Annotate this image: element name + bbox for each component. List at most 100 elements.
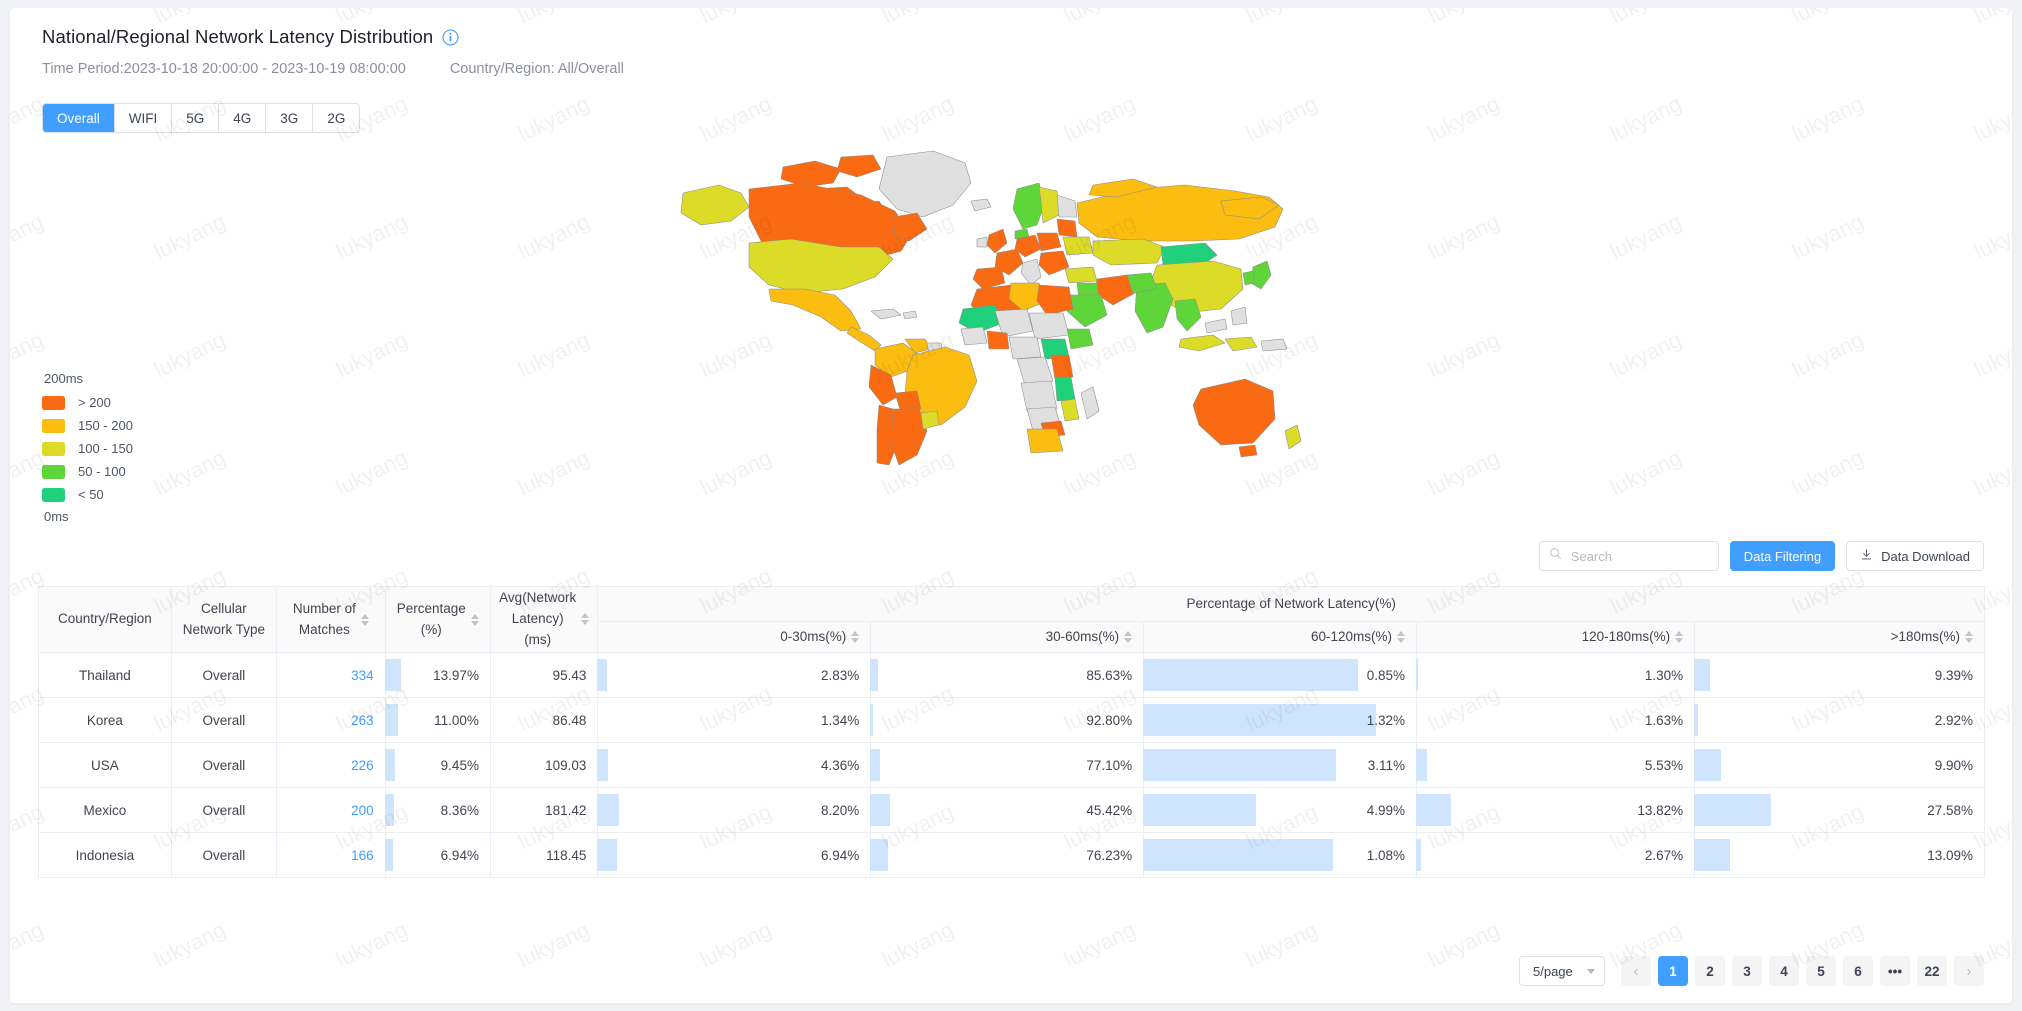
pagination-page-22[interactable]: 22 [1917, 956, 1947, 986]
tab-overall[interactable]: Overall [43, 104, 115, 132]
pagination-page-2[interactable]: 2 [1695, 956, 1725, 986]
table-row[interactable]: Korea Overall 263 11.00% 86.48 1.34% 92.80% 1.3… [38, 697, 1985, 743]
watermark-text: lukyang [1606, 8, 1686, 29]
cell-0-30ms-text: 2.83% [821, 667, 860, 683]
cell-country-region: Indonesia [38, 832, 172, 878]
search-box[interactable] [1538, 541, 1719, 571]
dashboard-panel: National/Regional Network Latency Distri… [10, 8, 2012, 1003]
sort-icon[interactable] [1124, 631, 1133, 644]
cell-0-30ms: 4.36% [597, 742, 881, 788]
cell-120-180ms-text: 1.63% [1644, 712, 1684, 728]
watermark-text: lukyang [696, 916, 776, 973]
legend-items: > 200 150 - 200 100 - 150 50 - 100 < 50 [42, 391, 133, 506]
watermark-text: lukyang [514, 916, 594, 973]
world-map-svg[interactable] [665, 143, 1305, 473]
pagination-page-6[interactable]: 6 [1843, 956, 1873, 986]
latency-table: Country/Region Cellular Network Type Numb… [38, 585, 1985, 878]
pagination-ellipsis[interactable]: ••• [1880, 956, 1910, 986]
matches-link[interactable]: 200 [351, 803, 374, 818]
pagination-page-3[interactable]: 3 [1732, 956, 1762, 986]
table-row[interactable]: USA Overall 226 9.45% 109.03 4.36% 77.10% 3.11%… [38, 742, 1985, 788]
cell-0-30ms-text: 6.94% [821, 847, 860, 863]
col-label: Number of Matches [292, 600, 356, 637]
sort-icon[interactable] [851, 631, 860, 644]
cell-number-of-matches: 263 [276, 697, 398, 743]
table-row[interactable]: Indonesia Overall 166 6.94% 118.45 6.94% 76.23… [38, 832, 1985, 878]
cell-gt180ms: 13.09% [1694, 832, 1985, 878]
cell-30-60ms: 92.80% [870, 697, 1376, 743]
tab-wifi[interactable]: WIFI [114, 104, 173, 132]
sort-icon[interactable] [581, 613, 590, 626]
tab-4g[interactable]: 4G [219, 104, 267, 132]
tab-5g[interactable]: 5G [172, 104, 220, 132]
table-row[interactable]: Thailand Overall 334 13.97% 95.43 2.83% 85.63%… [38, 652, 1985, 698]
world-map[interactable] [10, 143, 2012, 533]
cell-120-180ms: 5.53% [1416, 742, 1721, 788]
cell-percentage-text: 8.36% [440, 802, 479, 818]
col-percentage[interactable]: Percentage (%) [384, 586, 491, 653]
watermark-text: lukyang [1788, 8, 1868, 29]
sort-icon[interactable] [360, 613, 369, 626]
cell-120-180ms: 13.82% [1416, 787, 1771, 833]
cell-30-60ms-text: 85.63% [1086, 667, 1133, 683]
search-input[interactable] [1568, 547, 1709, 565]
matches-link[interactable]: 226 [351, 758, 374, 773]
watermark-text: lukyang [1970, 8, 2012, 29]
col-label: Avg(Network Latency) (ms) [499, 590, 577, 647]
col-gt180ms[interactable]: >180ms(%) [1694, 621, 1985, 653]
cell-60-120ms-text: 1.32% [1366, 712, 1406, 728]
cell-network-type-text: Overall [202, 757, 246, 773]
col-avg-network-latency[interactable]: Avg(Network Latency) (ms) [489, 586, 599, 653]
cell-gt180ms: 9.39% [1694, 652, 1985, 698]
watermark-text: lukyang [1242, 90, 1322, 147]
matches-link[interactable]: 334 [351, 668, 374, 683]
tab-2g[interactable]: 2G [313, 104, 360, 132]
col-number-of-matches[interactable]: Number of Matches [276, 586, 386, 653]
sort-icon[interactable] [1397, 631, 1406, 644]
watermark-text: lukyang [1060, 8, 1140, 29]
table-header-group-row: Country/Region Cellular Network Type Numb… [38, 585, 1985, 653]
sort-icon[interactable] [1965, 631, 1973, 644]
col-30-60ms[interactable]: 30-60ms(%) [870, 621, 1145, 653]
pagination-page-4[interactable]: 4 [1769, 956, 1799, 986]
data-download-button[interactable]: Data Download [1846, 541, 1984, 571]
cell-120-180ms-text: 13.82% [1637, 802, 1684, 818]
cell-0-30ms: 1.34% [597, 697, 873, 743]
legend-swatch-100-150 [42, 441, 65, 456]
page-size-select[interactable]: 5/page [1519, 956, 1605, 986]
pagination-next-button[interactable]: › [1954, 956, 1984, 986]
watermark-text: lukyang [1424, 90, 1504, 147]
cell-number-of-matches: 226 [276, 742, 396, 788]
pagination-page-5[interactable]: 5 [1806, 956, 1836, 986]
network-type-tabs[interactable]: Overall WIFI 5G 4G 3G 2G [42, 103, 361, 133]
cell-country-region: USA [38, 742, 172, 788]
cell-network-type: Overall [170, 832, 278, 878]
matches-link[interactable]: 263 [351, 713, 374, 728]
panel-header: National/Regional Network Latency Distri… [42, 26, 624, 77]
table-row[interactable]: Mexico Overall 200 8.36% 181.42 8.20% 45.42% 4.… [38, 787, 1985, 833]
page-size-label: 5/page [1533, 963, 1573, 979]
legend-swatch-150-200 [42, 418, 65, 433]
sort-icon[interactable] [470, 613, 479, 626]
cell-120-180ms: 2.67% [1416, 832, 1731, 878]
title-row: National/Regional Network Latency Distri… [42, 26, 624, 48]
legend-item: > 200 [42, 391, 133, 414]
sort-icon[interactable] [1675, 631, 1684, 644]
cell-percentage: 6.94% [384, 832, 491, 878]
pagination-page-1[interactable]: 1 [1658, 956, 1688, 986]
legend-swatch-50-100 [42, 464, 65, 479]
cell-30-60ms: 76.23% [870, 832, 1334, 878]
col-label: 0-30ms(%) [780, 628, 847, 644]
cell-number-of-matches-text: 226 [277, 743, 385, 787]
cell-avg-network-latency-text: 118.45 [546, 847, 587, 863]
tab-3g[interactable]: 3G [266, 104, 314, 132]
col-120-180ms[interactable]: 120-180ms(%) [1416, 621, 1696, 653]
pagination-prev-button[interactable]: ‹ [1621, 956, 1651, 986]
col-60-120ms[interactable]: 60-120ms(%) [1143, 621, 1418, 653]
data-filtering-button[interactable]: Data Filtering [1729, 541, 1836, 571]
matches-link[interactable]: 166 [351, 848, 374, 863]
col-0-30ms[interactable]: 0-30ms(%) [597, 621, 872, 653]
cell-country-region: Korea [38, 697, 172, 743]
info-circle-icon[interactable] [442, 28, 459, 46]
cell-country-region-text: Mexico [83, 802, 127, 818]
